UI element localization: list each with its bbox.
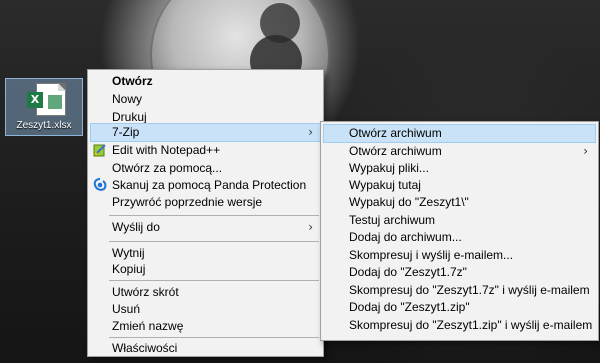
menu-item-label: Usuń: [112, 302, 141, 316]
menu-item-label: Testuj archiwum: [349, 213, 436, 227]
menu-item-label: 7-Zip: [112, 125, 140, 139]
menu-item-label: Wypakuj do "Zeszyt1\": [349, 195, 469, 209]
menu-item-label: Dodaj do "Zeszyt1.7z": [349, 265, 467, 279]
menu-item-properties[interactable]: Właściwości: [90, 339, 321, 358]
menu-item-label: Utwórz skrót: [112, 285, 179, 299]
menu-item-label: Nowy: [112, 92, 143, 106]
menu-item-label: Kopiuj: [112, 262, 146, 276]
menu-separator: [109, 215, 319, 216]
7zip-item-compress-zip-email[interactable]: Skompresuj do "Zeszyt1.zip" i wyślij e-m…: [323, 316, 596, 335]
excel-letter: X: [27, 92, 43, 108]
menu-item-label: Wytnij: [112, 246, 145, 260]
7zip-item-open-archive[interactable]: Otwórz archiwum: [323, 124, 596, 143]
menu-item-label: Otwórz archiwum: [349, 144, 442, 158]
menu-item-label: Właściwości: [112, 341, 178, 355]
menu-item-copy[interactable]: Kopiuj: [90, 260, 321, 279]
menu-item-label: Edit with Notepad++: [112, 143, 221, 157]
excel-file-icon: X: [27, 83, 66, 116]
menu-item-label: Wypakuj pliki...: [349, 161, 429, 175]
menu-item-label: Wyślij do: [112, 220, 160, 234]
chevron-right-icon: ›: [308, 125, 313, 139]
menu-item-label: Skompresuj do "Zeszyt1.7z" i wyślij e-ma…: [349, 283, 590, 297]
menu-item-7zip[interactable]: 7-Zip ›: [90, 123, 321, 142]
menu-separator: [109, 280, 319, 281]
menu-item-label: Dodaj do "Zeszyt1.zip": [349, 300, 470, 314]
7zip-item-add-zip[interactable]: Dodaj do "Zeszyt1.zip": [323, 298, 596, 317]
7zip-item-add-to-archive[interactable]: Dodaj do archiwum...: [323, 228, 596, 247]
context-menu: Otwórz Nowy Drukuj 7-Zip › Edit with Not…: [87, 69, 324, 357]
menu-item-label: Otwórz archiwum: [349, 126, 442, 140]
notepadpp-icon: [93, 144, 106, 157]
7zip-submenu: Otwórz archiwum Otwórz archiwum › Wypaku…: [320, 121, 599, 341]
menu-item-new[interactable]: Nowy: [90, 90, 321, 109]
menu-separator: [109, 337, 319, 338]
menu-item-label: Przywróć poprzednie wersje: [112, 195, 263, 209]
menu-item-label: Dodaj do archiwum...: [349, 230, 462, 244]
menu-separator: [109, 241, 319, 242]
menu-item-open[interactable]: Otwórz: [90, 72, 321, 91]
menu-item-send-to[interactable]: Wyślij do ›: [90, 218, 321, 237]
menu-item-label: Otwórz za pomocą...: [112, 161, 223, 175]
menu-item-rename[interactable]: Zmień nazwę: [90, 317, 321, 336]
menu-item-label: Skanuj za pomocą Panda Protection: [112, 178, 307, 192]
menu-item-label: Zmień nazwę: [112, 319, 184, 333]
menu-item-label: Otwórz: [112, 74, 153, 88]
menu-item-label: Skompresuj do "Zeszyt1.zip" i wyślij e-m…: [349, 318, 593, 332]
chevron-right-icon: ›: [308, 220, 313, 234]
menu-item-label: Skompresuj i wyślij e-mailem...: [349, 248, 514, 262]
menu-item-edit-notepadpp[interactable]: Edit with Notepad++: [90, 141, 321, 160]
menu-item-label: Drukuj: [112, 110, 147, 124]
desktop-file-item[interactable]: X Zeszyt1.xlsx: [5, 78, 83, 136]
7zip-item-extract-to-folder[interactable]: Wypakuj do "Zeszyt1\": [323, 193, 596, 212]
panda-protection-icon: [93, 178, 107, 191]
menu-item-restore-previous[interactable]: Przywróć poprzednie wersje: [90, 193, 321, 212]
7zip-item-add-7z[interactable]: Dodaj do "Zeszyt1.7z": [323, 263, 596, 282]
desktop-file-label: Zeszyt1.xlsx: [16, 120, 72, 131]
menu-item-label: Wypakuj tutaj: [349, 178, 421, 192]
